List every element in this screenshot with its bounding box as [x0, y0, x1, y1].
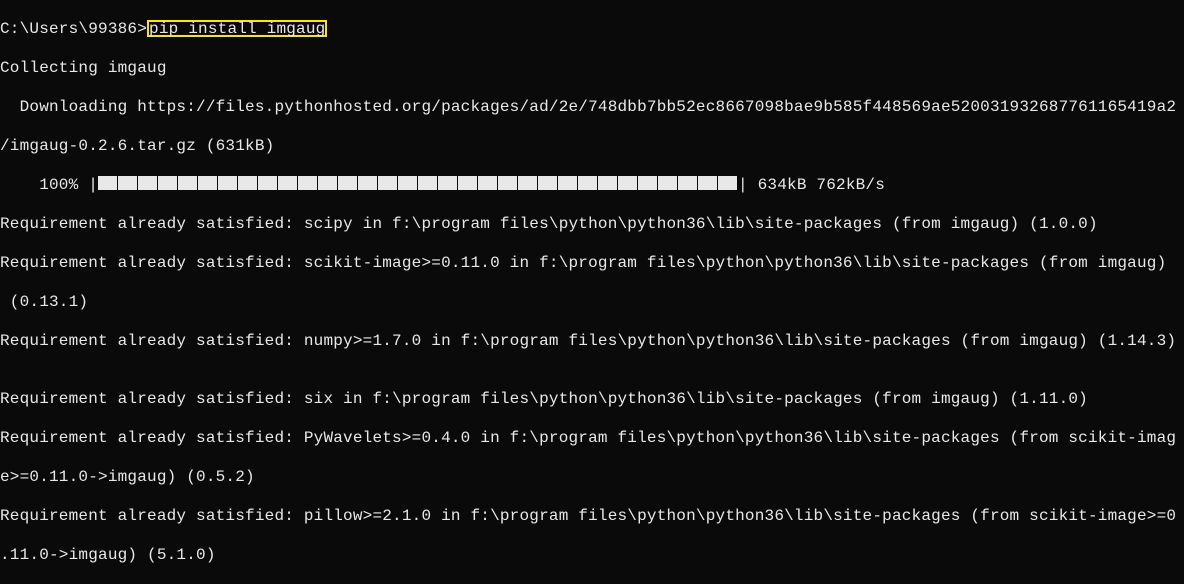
progress-cell: [678, 176, 697, 190]
progress-line: 100% | | 634kB 762kB/s: [0, 176, 1184, 196]
output-line: (0.13.1): [0, 293, 1184, 313]
progress-cell: [458, 176, 477, 190]
output-line: Requirement already satisfied: pillow>=2…: [0, 507, 1184, 527]
progress-pct: 100% |: [0, 176, 98, 194]
output-line: Requirement already satisfied: numpy>=1.…: [0, 332, 1184, 352]
progress-cell: [638, 176, 657, 190]
progress-cell: [358, 176, 377, 190]
output-line: Requirement already satisfied: PyWavelet…: [0, 429, 1184, 449]
progress-cell: [618, 176, 637, 190]
prompt-path: C:\Users\99386>: [0, 20, 147, 38]
output-line: Downloading https://files.pythonhosted.o…: [0, 98, 1184, 118]
output-line: Requirement already satisfied: scikit-im…: [0, 254, 1184, 274]
progress-cell: [718, 176, 737, 190]
progress-cell: [438, 176, 457, 190]
command-text: pip install imgaug: [147, 20, 327, 37]
output-line: /imgaug-0.2.6.tar.gz (631kB): [0, 137, 1184, 157]
progress-cell: [558, 176, 577, 190]
progress-cell: [538, 176, 557, 190]
progress-cell: [478, 176, 497, 190]
progress-cell: [158, 176, 177, 190]
progress-cell: [98, 176, 117, 190]
progress-cell: [338, 176, 357, 190]
progress-cell: [258, 176, 277, 190]
prompt-line: C:\Users\99386>pip install imgaug: [0, 20, 1184, 40]
progress-cell: [378, 176, 397, 190]
progress-cell: [218, 176, 237, 190]
progress-cell: [698, 176, 717, 190]
output-line: Collecting imgaug: [0, 59, 1184, 79]
progress-cell: [238, 176, 257, 190]
progress-cell: [598, 176, 617, 190]
progress-cell: [278, 176, 297, 190]
output-line: Requirement already satisfied: scipy in …: [0, 215, 1184, 235]
progress-cell: [198, 176, 217, 190]
output-line: Requirement already satisfied: six in f:…: [0, 390, 1184, 410]
progress-cell: [518, 176, 537, 190]
progress-cell: [398, 176, 417, 190]
progress-bar: [98, 176, 738, 194]
output-line: e>=0.11.0->imgaug) (0.5.2): [0, 468, 1184, 488]
progress-cell: [658, 176, 677, 190]
progress-cell: [498, 176, 517, 190]
progress-cell: [118, 176, 137, 190]
progress-cell: [138, 176, 157, 190]
progress-cell: [178, 176, 197, 190]
progress-speed: | 634kB 762kB/s: [738, 176, 885, 194]
progress-cell: [578, 176, 597, 190]
terminal-output: C:\Users\99386>pip install imgaug Collec…: [0, 0, 1184, 584]
progress-cell: [318, 176, 337, 190]
progress-cell: [298, 176, 317, 190]
output-line: .11.0->imgaug) (5.1.0): [0, 546, 1184, 566]
progress-cell: [418, 176, 437, 190]
